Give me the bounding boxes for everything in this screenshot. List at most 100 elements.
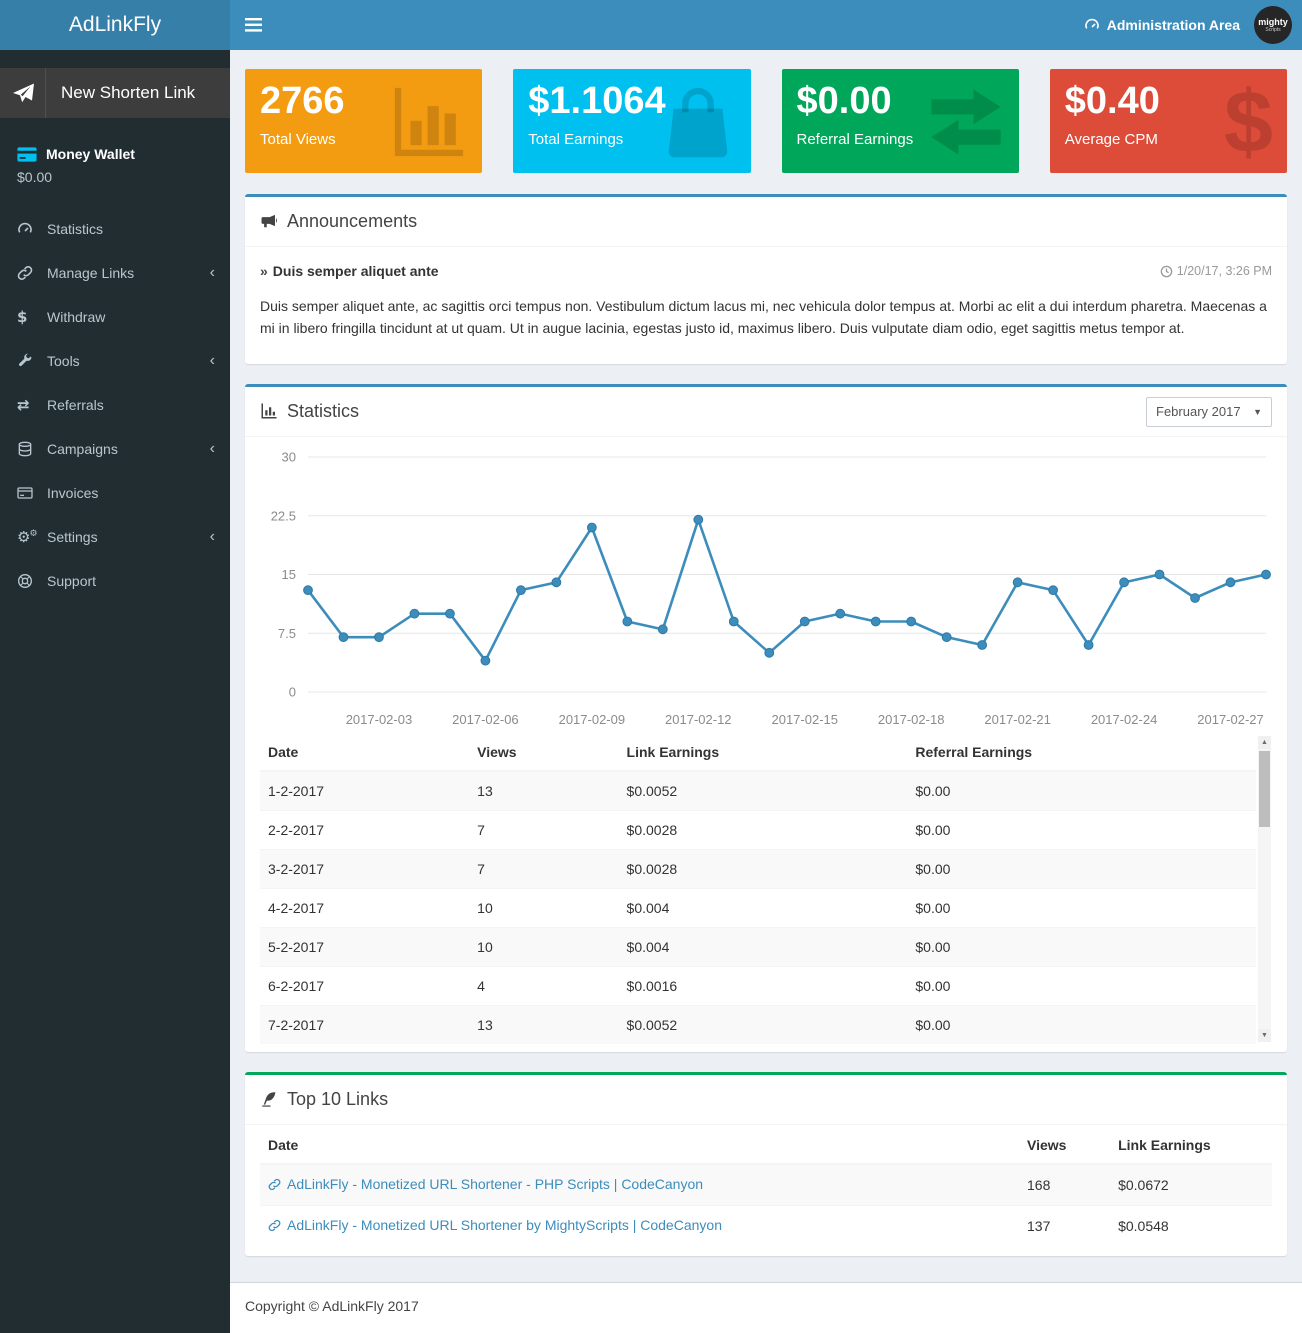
- col-header-date: Date: [260, 732, 469, 771]
- announcement-timestamp: 1/20/17, 3:26 PM: [1160, 264, 1272, 278]
- sidebar-menu: Statistics Manage Links ‹ $Withdraw Tools ‹ ⇄R…: [0, 207, 230, 603]
- sidebar-item-label: Campaigns: [47, 441, 118, 457]
- top-link-anchor[interactable]: AdLinkFly - Monetized URL Shortener by M…: [287, 1217, 722, 1233]
- bar-chart-icon: [390, 83, 468, 161]
- top-link-row: AdLinkFly - Monetized URL Shortener by M…: [260, 1205, 1272, 1246]
- sidebar-item-manage-links[interactable]: Manage Links ‹: [0, 251, 230, 295]
- administration-area-label: Administration Area: [1107, 17, 1240, 33]
- sidebar-item-label: Withdraw: [47, 309, 105, 325]
- statistics-chart: 07.51522.5302017-02-032017-02-062017-02-…: [245, 437, 1287, 732]
- stats-table-row: 4-2-201710$0.004$0.00: [260, 888, 1256, 927]
- table-scrollbar[interactable]: ▲ ▼: [1258, 736, 1271, 1042]
- col-header-date: Date: [260, 1125, 1019, 1164]
- svg-text:2017-02-12: 2017-02-12: [665, 712, 732, 727]
- top-links-body: AdLinkFly - Monetized URL Shortener - PH…: [260, 1164, 1272, 1246]
- credit-card-icon: [17, 147, 37, 162]
- top-links-table: Date Views Link Earnings AdLinkFly - Mon…: [260, 1125, 1272, 1246]
- administration-area-link[interactable]: Administration Area: [1084, 17, 1240, 33]
- new-shorten-link-button[interactable]: New Shorten Link: [0, 68, 230, 118]
- chevron-left-icon: ‹: [210, 440, 215, 458]
- col-header-link-earnings: Link Earnings: [1110, 1125, 1272, 1164]
- svg-text:2017-02-03: 2017-02-03: [346, 712, 413, 727]
- sidebar-item-label: Referrals: [47, 397, 104, 413]
- angle-double-right-icon: »: [260, 263, 268, 279]
- col-header-views: Views: [469, 732, 618, 771]
- credit-card-outline-icon: [17, 485, 47, 501]
- chevron-left-icon: ‹: [210, 264, 215, 282]
- announcements-header: Announcements: [245, 197, 1287, 247]
- gears-icon: ⚙⚙: [17, 528, 47, 546]
- scrollbar-thumb[interactable]: [1259, 751, 1270, 827]
- bar-chart-icon: [260, 402, 278, 420]
- svg-text:15: 15: [282, 567, 296, 582]
- svg-text:2017-02-21: 2017-02-21: [984, 712, 1051, 727]
- sidebar-item-referrals[interactable]: ⇄Referrals: [0, 383, 230, 427]
- wrench-icon: [17, 353, 47, 369]
- period-select-value: February 2017: [1156, 404, 1241, 419]
- sidebar-item-label: Manage Links: [47, 265, 134, 281]
- chevron-left-icon: ‹: [210, 352, 215, 370]
- dollar-icon: $: [17, 308, 47, 326]
- svg-text:22.5: 22.5: [271, 508, 296, 523]
- money-wallet-label: Money Wallet: [46, 146, 135, 162]
- user-avatar[interactable]: mighty Scripts: [1254, 6, 1292, 44]
- announcements-title: Announcements: [287, 211, 417, 232]
- database-icon: [17, 441, 47, 457]
- stat-cards: 2766Total Views$1.1064Total Earnings$0.0…: [245, 69, 1287, 173]
- announcement-body: Duis semper aliquet ante, ac sagittis or…: [260, 295, 1272, 340]
- sidebar-item-label: Invoices: [47, 485, 98, 501]
- statistics-panel: Statistics February 2017 ▼ 07.51522.5302…: [245, 384, 1287, 1052]
- link-icon: [268, 1178, 281, 1194]
- stat-card-3: $0.40Average CPM$: [1050, 69, 1287, 173]
- top-link-anchor[interactable]: AdLinkFly - Monetized URL Shortener - PH…: [287, 1176, 703, 1192]
- money-wallet: Money Wallet $0.00: [0, 118, 230, 185]
- svg-text:7.5: 7.5: [278, 626, 296, 641]
- navbar-right: Administration Area mighty Scripts: [1084, 0, 1292, 50]
- top-links-panel: Top 10 Links Date Views Link Earnings Ad…: [245, 1072, 1287, 1256]
- link-icon: [17, 265, 47, 281]
- life-ring-icon: [17, 573, 47, 589]
- exchange-icon: [927, 83, 1005, 161]
- svg-text:2017-02-09: 2017-02-09: [559, 712, 626, 727]
- stats-table-row: 7-2-201713$0.0052$0.00: [260, 1005, 1256, 1044]
- sidebar-item-support[interactable]: Support: [0, 559, 230, 603]
- scroll-down-arrow-icon[interactable]: ▼: [1258, 1029, 1271, 1042]
- statistics-table: Date Views Link Earnings Referral Earnin…: [260, 732, 1256, 1044]
- stat-card-0: 2766Total Views: [245, 69, 482, 173]
- navbar: Administration Area mighty Scripts: [230, 0, 1302, 50]
- caret-down-icon: ▼: [1253, 407, 1262, 417]
- feather-icon: [260, 1090, 278, 1108]
- period-select[interactable]: February 2017 ▼: [1146, 397, 1272, 427]
- sidebar-item-label: Tools: [47, 353, 80, 369]
- stat-card-2: $0.00Referral Earnings: [782, 69, 1019, 173]
- col-header-referral-earnings: Referral Earnings: [907, 732, 1256, 771]
- stats-table-body: 1-2-201713$0.0052$0.002-2-20177$0.0028$0…: [260, 771, 1256, 1044]
- chevron-left-icon: ‹: [210, 528, 215, 546]
- link-icon: [268, 1219, 281, 1235]
- top-link-row: AdLinkFly - Monetized URL Shortener - PH…: [260, 1164, 1272, 1206]
- sidebar-item-invoices[interactable]: Invoices: [0, 471, 230, 515]
- scroll-up-arrow-icon[interactable]: ▲: [1258, 736, 1271, 749]
- sidebar: New Shorten Link Money Wallet $0.00 Stat…: [0, 50, 230, 1333]
- top-links-header: Top 10 Links: [245, 1075, 1287, 1125]
- svg-text:0: 0: [289, 684, 296, 699]
- sidebar-item-statistics[interactable]: Statistics: [0, 207, 230, 251]
- svg-text:2017-02-18: 2017-02-18: [878, 712, 945, 727]
- sidebar-toggle-button[interactable]: [230, 0, 276, 50]
- svg-text:2017-02-15: 2017-02-15: [771, 712, 838, 727]
- content: Dashboard Dashboard > Dashboard 2766Tota…: [230, 0, 1302, 1256]
- shopping-bag-icon: [659, 83, 737, 161]
- sidebar-item-campaigns[interactable]: Campaigns ‹: [0, 427, 230, 471]
- main-header: AdLinkFly Administration Area mighty Scr…: [0, 0, 1302, 50]
- sidebar-item-settings[interactable]: ⚙⚙Settings ‹: [0, 515, 230, 559]
- sidebar-item-withdraw[interactable]: $Withdraw: [0, 295, 230, 339]
- sidebar-item-label: Settings: [47, 529, 98, 545]
- paper-plane-icon: [0, 68, 46, 118]
- top-links-title: Top 10 Links: [287, 1089, 388, 1110]
- svg-text:2017-02-06: 2017-02-06: [452, 712, 519, 727]
- brand-logo[interactable]: AdLinkFly: [0, 0, 230, 50]
- money-wallet-amount: $0.00: [17, 169, 215, 185]
- sidebar-item-tools[interactable]: Tools ‹: [0, 339, 230, 383]
- stats-table-row: 6-2-20174$0.0016$0.00: [260, 966, 1256, 1005]
- svg-text:2017-02-24: 2017-02-24: [1091, 712, 1158, 727]
